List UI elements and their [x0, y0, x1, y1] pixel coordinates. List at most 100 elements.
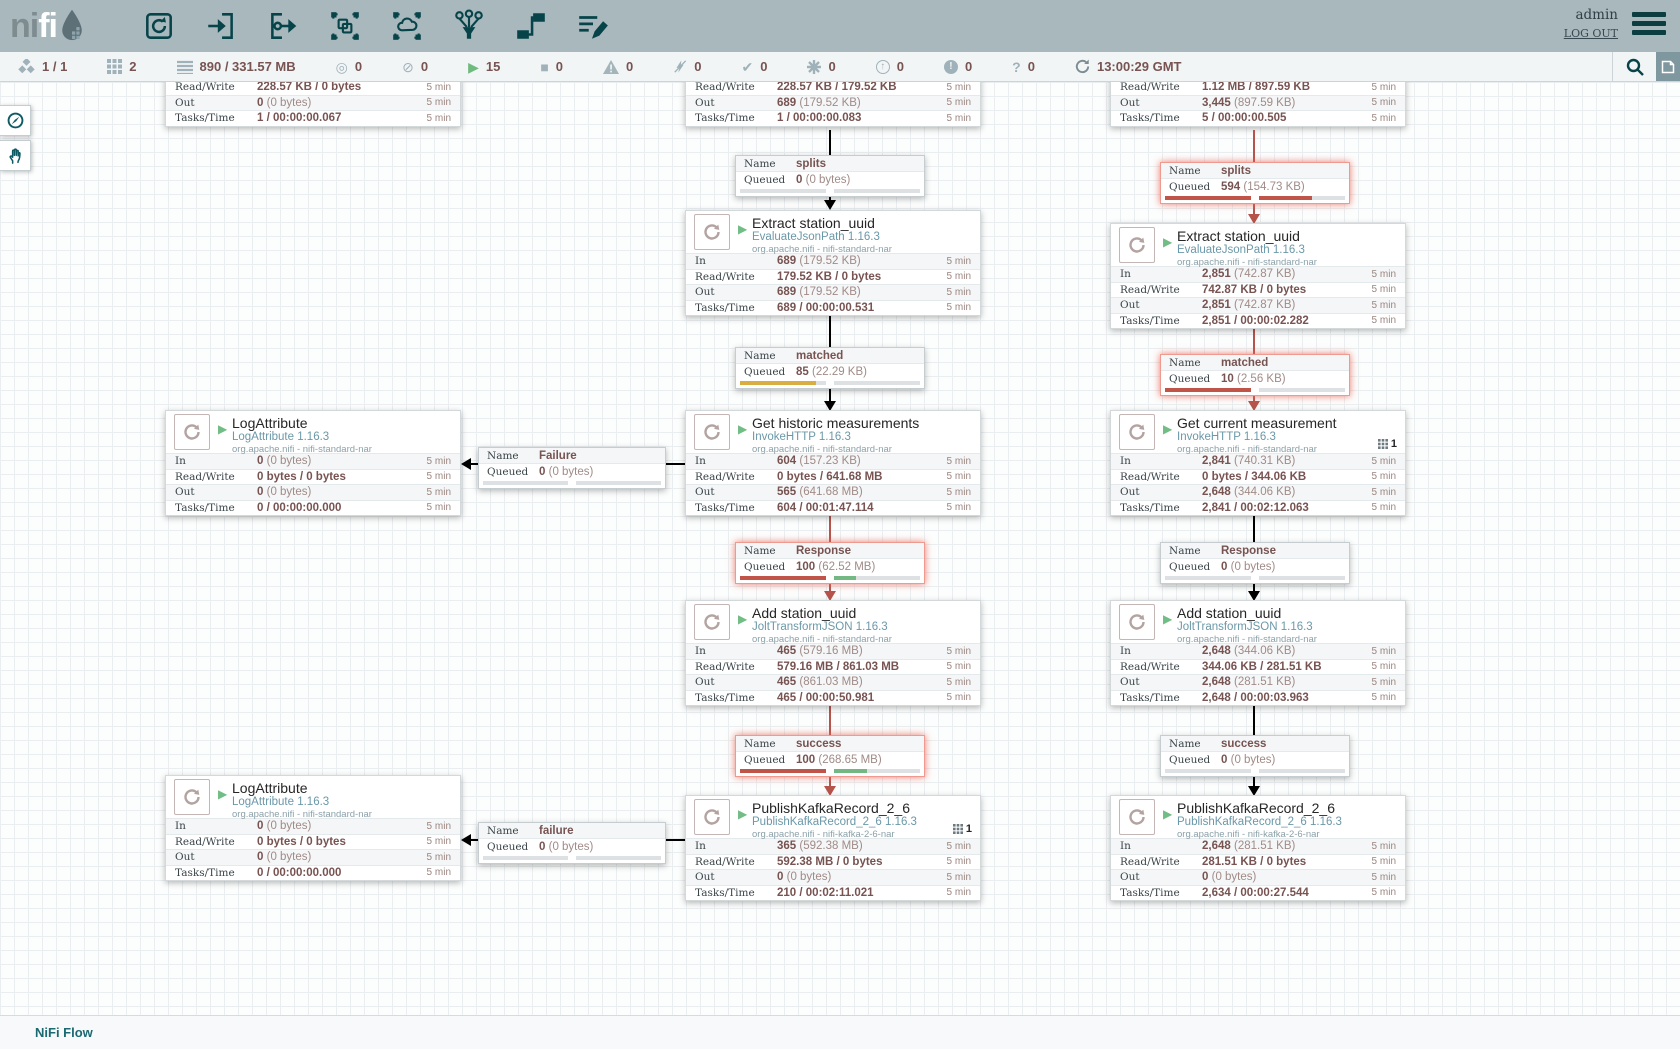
stat-value-main: 0 bytes / 0 bytes	[257, 471, 346, 483]
stat-window: 5 min	[1372, 284, 1396, 295]
connection-queued-row: Queued0 (0 bytes)	[736, 172, 924, 188]
name-key: Name	[487, 825, 539, 837]
processor-type: InvokeHTTP 1.16.3	[1177, 431, 1405, 444]
stat-value: 0	[355, 59, 362, 74]
remote-process-group-icon[interactable]	[389, 8, 425, 44]
processor-bundle: org.apache.nifi - nifi-standard-nar	[752, 444, 980, 455]
connection-label-splits-right[interactable]: Namesplits Queued594 (154.73 KB)	[1160, 162, 1350, 204]
processor-type-icon	[174, 779, 210, 815]
processor-extract-station-uuid-right[interactable]: ▶ Extract station_uuid EvaluateJsonPath …	[1110, 223, 1406, 329]
stat-label: Tasks/Time	[1120, 112, 1202, 124]
connection-label-response-right[interactable]: NameResponse Queued0 (0 bytes)	[1160, 542, 1350, 584]
connection-label-matched-right[interactable]: Namematched Queued10 (2.56 KB)	[1160, 354, 1350, 396]
processor-type-icon	[1119, 227, 1155, 263]
stat-value-main: 1 / 00:00:00.083	[777, 112, 861, 124]
stat-window: 5 min	[947, 856, 971, 867]
stat-row-read-write: Read/Write281.51 KB / 0 bytes5 min	[1111, 854, 1405, 870]
process-group-icon[interactable]	[327, 8, 363, 44]
selection-mode-button[interactable]	[0, 140, 31, 171]
queued-count: 0	[796, 174, 802, 186]
birdseye-button[interactable]	[0, 105, 31, 136]
stat-row-tasks: Tasks/Time2,841 / 00:02:12.0635 min	[1111, 500, 1405, 516]
stat-value-main: 2,648	[1202, 840, 1231, 852]
global-menu-button[interactable]	[1632, 12, 1666, 39]
processor-publishkafkarecord-middle[interactable]: ▶ PublishKafkaRecord_2_6 PublishKafkaRec…	[685, 795, 981, 901]
stat-row-in: In2,851 (742.87 KB)5 min	[1111, 266, 1405, 282]
queued-key: Queued	[744, 174, 796, 186]
logout-link[interactable]: LOG OUT	[1564, 27, 1618, 40]
processor-add-station-uuid-right[interactable]: ▶ Add station_uuid JoltTransformJSON 1.1…	[1110, 600, 1406, 706]
funnel-icon[interactable]	[451, 8, 487, 44]
processor-name: PublishKafkaRecord_2_6	[752, 796, 980, 816]
stat-window: 5 min	[427, 97, 451, 108]
stat-label: In	[175, 820, 257, 832]
processor-partial-left[interactable]: Read/Write228.57 KB / 0 bytes5 min Out0 …	[165, 82, 461, 127]
label-icon[interactable]	[575, 8, 611, 44]
settings-panel-button[interactable]	[1656, 52, 1680, 81]
stat-value-main: 0	[777, 871, 783, 883]
processor-add-station-uuid-middle[interactable]: ▶ Add station_uuid JoltTransformJSON 1.1…	[685, 600, 981, 706]
stat-window: 5 min	[1372, 841, 1396, 852]
stat-value-main: 465	[777, 676, 796, 688]
processor-type: LogAttribute 1.16.3	[232, 431, 460, 444]
processor-logattribute-lower[interactable]: ▶ LogAttribute LogAttribute 1.16.3 org.a…	[165, 775, 461, 881]
queued-count: 85	[796, 366, 809, 378]
stat-value-extra: (179.52 KB)	[799, 97, 860, 109]
stat-label: Out	[1120, 676, 1202, 688]
stat-value-main: 0 / 00:00:00.000	[257, 502, 341, 514]
processor-bundle: org.apache.nifi - nifi-kafka-2-6-nar	[752, 829, 980, 840]
connection-line[interactable]	[666, 463, 685, 465]
connection-queued-row: Queued0 (0 bytes)	[1161, 752, 1349, 768]
stat-row-in: In0 (0 bytes)5 min	[166, 453, 460, 469]
flow-canvas[interactable]: Read/Write228.57 KB / 0 bytes5 min Out0 …	[0, 82, 1680, 1015]
stat-locally-modified-stale: !0	[944, 59, 972, 74]
stat-value-main: 0 bytes / 0 bytes	[257, 836, 346, 848]
output-port-icon[interactable]	[265, 8, 301, 44]
processor-logattribute-upper[interactable]: ▶ LogAttribute LogAttribute 1.16.3 org.a…	[165, 410, 461, 516]
connection-line[interactable]	[470, 839, 478, 841]
stat-value-main: 742.87 KB / 0 bytes	[1202, 284, 1306, 296]
name-key: Name	[1169, 738, 1221, 750]
connection-label-splits[interactable]: Namesplits Queued0 (0 bytes)	[735, 155, 925, 197]
processor-partial-middle[interactable]: Read/Write228.57 KB / 179.52 KB5 min Out…	[685, 82, 981, 127]
stat-row-read-write: Read/Write0 bytes / 0 bytes5 min	[166, 834, 460, 850]
stat-row-in: In365 (592.38 MB)5 min	[686, 838, 980, 854]
input-port-icon[interactable]	[203, 8, 239, 44]
search-button[interactable]	[1612, 52, 1656, 81]
connection-line[interactable]	[470, 463, 478, 465]
stat-window: 5 min	[947, 287, 971, 298]
connection-queued-row: Queued594 (154.73 KB)	[1161, 179, 1349, 195]
breadcrumb[interactable]: NiFi Flow	[35, 1025, 93, 1040]
template-icon[interactable]	[513, 8, 549, 44]
connection-label-failure-upper[interactable]: NameFailure Queued0 (0 bytes)	[478, 447, 666, 489]
processor-name: PublishKafkaRecord_2_6	[1177, 796, 1405, 816]
stat-window: 5 min	[1372, 677, 1396, 688]
connection-label-matched[interactable]: Namematched Queued85 (22.29 KB)	[735, 347, 925, 389]
processor-icon[interactable]	[141, 8, 177, 44]
stat-value-extra: (742.87 KB)	[1234, 268, 1295, 280]
stat-value-main: 2,851 / 00:00:02.282	[1202, 315, 1309, 327]
stat-value-extra: (281.51 KB)	[1234, 676, 1295, 688]
processor-extract-station-uuid-middle[interactable]: ▶ Extract station_uuid EvaluateJsonPath …	[685, 210, 981, 316]
stat-value-main: 228.57 KB / 0 bytes	[257, 82, 361, 93]
stat-value-main: 2,648	[1202, 676, 1231, 688]
connection-label-response[interactable]: NameResponse Queued100 (62.52 MB)	[735, 542, 925, 584]
stat-value: 15	[486, 59, 500, 74]
stat-row-tasks: Tasks/Time0 / 00:00:00.0005 min	[166, 865, 460, 881]
connection-line[interactable]	[666, 839, 685, 841]
connection-label-success-right[interactable]: Namesuccess Queued0 (0 bytes)	[1160, 735, 1350, 777]
connection-label-failure-lower[interactable]: Namefailure Queued0 (0 bytes)	[478, 822, 666, 864]
connection-label-success[interactable]: Namesuccess Queued100 (268.65 MB)	[735, 735, 925, 777]
stat-value-main: 2,841 / 00:02:12.063	[1202, 502, 1309, 514]
processor-get-historic-measurements[interactable]: ▶ Get historic measurements InvokeHTTP 1…	[685, 410, 981, 516]
processor-partial-right[interactable]: Read/Write1.12 MB / 897.59 KB5 min Out3,…	[1110, 82, 1406, 127]
stat-value-extra: (157.23 KB)	[799, 455, 860, 467]
stat-value-main: 0	[257, 486, 263, 498]
processor-get-current-measurement[interactable]: ▶ Get current measurement InvokeHTTP 1.1…	[1110, 410, 1406, 516]
stat-window: 5 min	[1372, 97, 1396, 108]
running-status-icon: ▶	[1163, 235, 1172, 249]
processor-publishkafkarecord-right[interactable]: ▶ PublishKafkaRecord_2_6 PublishKafkaRec…	[1110, 795, 1406, 901]
processor-header: ▶ Extract station_uuid EvaluateJsonPath …	[1111, 224, 1405, 266]
processor-name: Get historic measurements	[752, 411, 980, 431]
stat-row-tasks: Tasks/Time689 / 00:00:00.5315 min	[686, 300, 980, 316]
